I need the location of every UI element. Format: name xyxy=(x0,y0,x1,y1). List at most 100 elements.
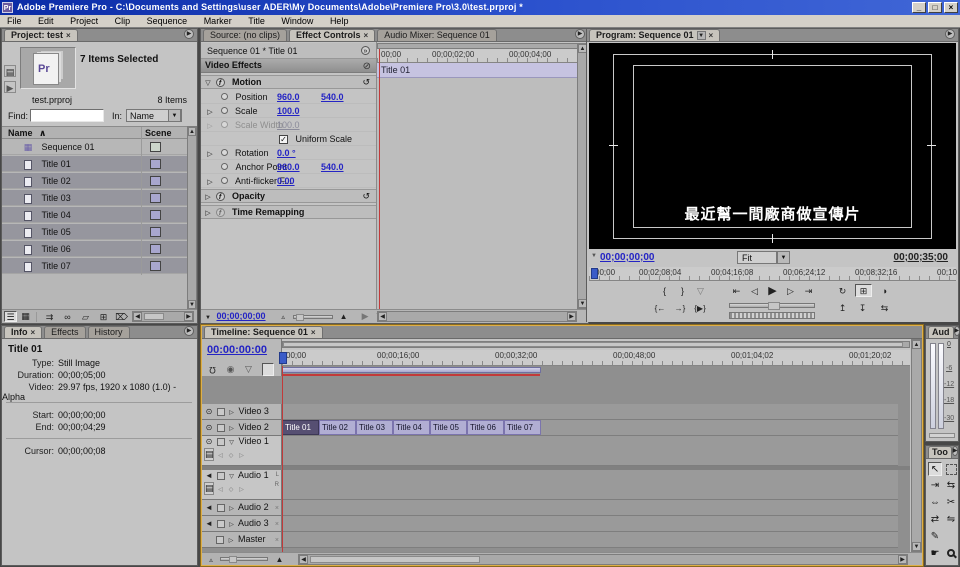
eye-icon[interactable]: ⊙ xyxy=(204,404,214,419)
chevron-down-icon[interactable]: ▼ xyxy=(204,312,212,325)
tab-info[interactable]: Info × xyxy=(4,326,42,338)
zoom-in-icon[interactable]: ▲ xyxy=(339,310,349,323)
play-preview-button[interactable]: ▶ xyxy=(4,81,16,93)
jog-wheel[interactable] xyxy=(729,312,815,319)
scale-value[interactable]: 100.0 xyxy=(277,104,300,118)
collapse-icon[interactable]: ▽ xyxy=(203,77,213,90)
ec-hscrollbar[interactable]: ◀ ▶ xyxy=(377,311,577,322)
timeline-vscrollbar[interactable]: ▲ ▼ xyxy=(911,339,922,552)
lock-toggle[interactable] xyxy=(217,472,225,480)
fx-icon[interactable]: f xyxy=(216,192,225,201)
tab-source[interactable]: Source: (no clips) xyxy=(203,29,287,41)
fx-icon[interactable]: f xyxy=(216,78,225,87)
eye-icon[interactable]: ⊙ xyxy=(204,420,214,435)
tab-audio-mixer[interactable]: Audio Mixer: Sequence 01 xyxy=(377,29,497,41)
timeline-clip[interactable]: Title 05 xyxy=(430,420,467,435)
menu-sequence[interactable]: Sequence xyxy=(140,15,195,28)
poster-frame-button[interactable]: ▤ xyxy=(4,65,16,77)
speaker-icon[interactable]: ◄ xyxy=(204,516,214,531)
menu-marker[interactable]: Marker xyxy=(197,15,239,28)
project-file-name[interactable]: test.prproj xyxy=(32,95,72,105)
master-track-header[interactable]: ▷ Master × xyxy=(202,532,282,548)
snap-icon[interactable]: Ω xyxy=(206,363,219,376)
icon-view-button[interactable]: ▦ xyxy=(19,311,32,322)
timeline-clip[interactable]: Title 02 xyxy=(319,420,356,435)
ec-mini-clip[interactable]: Title 01 xyxy=(377,63,578,78)
project-hscrollbar[interactable]: ◀ ▶ xyxy=(132,311,194,322)
video3-track[interactable] xyxy=(282,404,898,420)
chevron-down-icon[interactable]: ▼ xyxy=(697,31,706,40)
master-track[interactable] xyxy=(282,532,898,548)
next-keyframe-icon[interactable]: ▷ xyxy=(238,452,246,459)
ec-mini-ruler[interactable]: 00;00 00;00;02;00 00;00;04;00 xyxy=(377,49,578,63)
expand-icon[interactable]: ▷ xyxy=(206,176,214,190)
video2-track[interactable]: Title 01 Title 02 Title 03 Title 04 Titl… xyxy=(282,420,898,436)
set-out-point-button[interactable]: } xyxy=(675,285,690,298)
ec-play-icon[interactable]: ▶ xyxy=(359,310,371,323)
play-button[interactable]: ▶ xyxy=(765,285,780,298)
step-back-button[interactable]: ◁ xyxy=(747,285,762,298)
prev-keyframe-icon[interactable]: ◁ xyxy=(217,486,225,493)
menu-title[interactable]: Title xyxy=(241,15,272,28)
timeline-clip[interactable]: Title 07 xyxy=(504,420,541,435)
close-button[interactable]: × xyxy=(944,2,958,13)
effects-toggle-icon[interactable]: ⊘ xyxy=(363,60,371,73)
menu-file[interactable]: File xyxy=(0,15,29,28)
show-hide-timeline-icon[interactable]: » xyxy=(361,46,370,55)
fx-icon[interactable]: f xyxy=(216,208,225,217)
tab-history[interactable]: History xyxy=(88,326,130,338)
lift-button[interactable]: ↥ xyxy=(835,302,850,315)
zoom-tool[interactable] xyxy=(944,547,958,561)
lock-toggle[interactable] xyxy=(217,424,225,432)
track-display-style-icon[interactable]: ▤ xyxy=(204,448,214,461)
collapse-icon[interactable]: ▽ xyxy=(227,439,236,446)
list-item[interactable]: Title 07 xyxy=(2,258,187,274)
tab-timeline[interactable]: Timeline: Sequence 01 × xyxy=(204,326,323,338)
audio3-track-header[interactable]: ◄ ▷ Audio 3 × xyxy=(202,516,282,532)
slide-tool[interactable]: ⇋ xyxy=(944,513,958,527)
scene-checkbox[interactable] xyxy=(150,193,161,203)
column-divider[interactable] xyxy=(141,127,142,139)
timeline-clip[interactable]: Title 03 xyxy=(356,420,393,435)
go-to-out-button[interactable]: ⇥ xyxy=(801,285,816,298)
close-icon[interactable]: × xyxy=(311,327,316,338)
timeline-clip[interactable]: Title 04 xyxy=(393,420,430,435)
play-in-to-out-button[interactable]: {▶} xyxy=(691,302,709,315)
column-scene[interactable]: Scene xyxy=(145,127,172,139)
rolling-edit-tool[interactable]: ⇆ xyxy=(944,479,958,493)
window-titlebar[interactable]: Pr Adobe Premiere Pro - C:\Documents and… xyxy=(0,0,960,15)
speaker-icon[interactable]: ◄ xyxy=(204,471,214,480)
program-timecode[interactable]: 00;00;00;00 xyxy=(600,252,654,263)
close-icon[interactable]: × xyxy=(709,30,714,41)
find-button[interactable]: ∞ xyxy=(60,311,75,324)
automate-to-sequence-button[interactable]: ⇉ xyxy=(42,311,57,324)
chevron-down-icon[interactable]: ▼ xyxy=(590,253,598,259)
list-item[interactable]: ▦ Sequence 01 xyxy=(2,139,187,155)
set-in-point-button[interactable]: { xyxy=(657,285,672,298)
uniform-scale-checkbox[interactable]: ✓ xyxy=(279,135,288,144)
video2-track-header[interactable]: ⊙ ▷ Video 2 xyxy=(202,420,282,436)
clear-button[interactable]: ⌦ xyxy=(114,311,129,324)
collapse-icon[interactable]: ▽ xyxy=(227,473,236,480)
track-select-tool[interactable] xyxy=(946,464,957,475)
new-item-button[interactable]: ⊞ xyxy=(96,311,111,324)
column-name[interactable]: Name xyxy=(8,128,33,138)
expand-icon[interactable]: ▷ xyxy=(227,406,236,421)
work-area-toggle[interactable] xyxy=(262,363,274,376)
video1-track[interactable] xyxy=(282,436,898,466)
panel-menu-icon[interactable]: ▶ xyxy=(575,29,585,39)
position-x-value[interactable]: 960.0 xyxy=(277,90,300,104)
anti-flicker-value[interactable]: 0.00 xyxy=(277,174,295,188)
shuttle-slider[interactable] xyxy=(729,303,815,308)
list-item[interactable]: Title 03 xyxy=(2,190,187,206)
timeline-playhead[interactable] xyxy=(282,366,283,554)
timeline-timecode[interactable]: 00:00:00:00 xyxy=(207,344,267,356)
opacity-effect-row[interactable]: ▷ f Opacity ↺ xyxy=(201,189,376,203)
prev-keyframe-icon[interactable]: ◁ xyxy=(217,452,225,459)
scene-checkbox[interactable] xyxy=(150,227,161,237)
reset-icon[interactable]: ↺ xyxy=(362,76,370,89)
lock-toggle[interactable] xyxy=(217,408,225,416)
selection-tool[interactable] xyxy=(928,462,942,476)
menu-edit[interactable]: Edit xyxy=(31,15,61,28)
keyframe-toggle-icon[interactable] xyxy=(221,177,228,184)
